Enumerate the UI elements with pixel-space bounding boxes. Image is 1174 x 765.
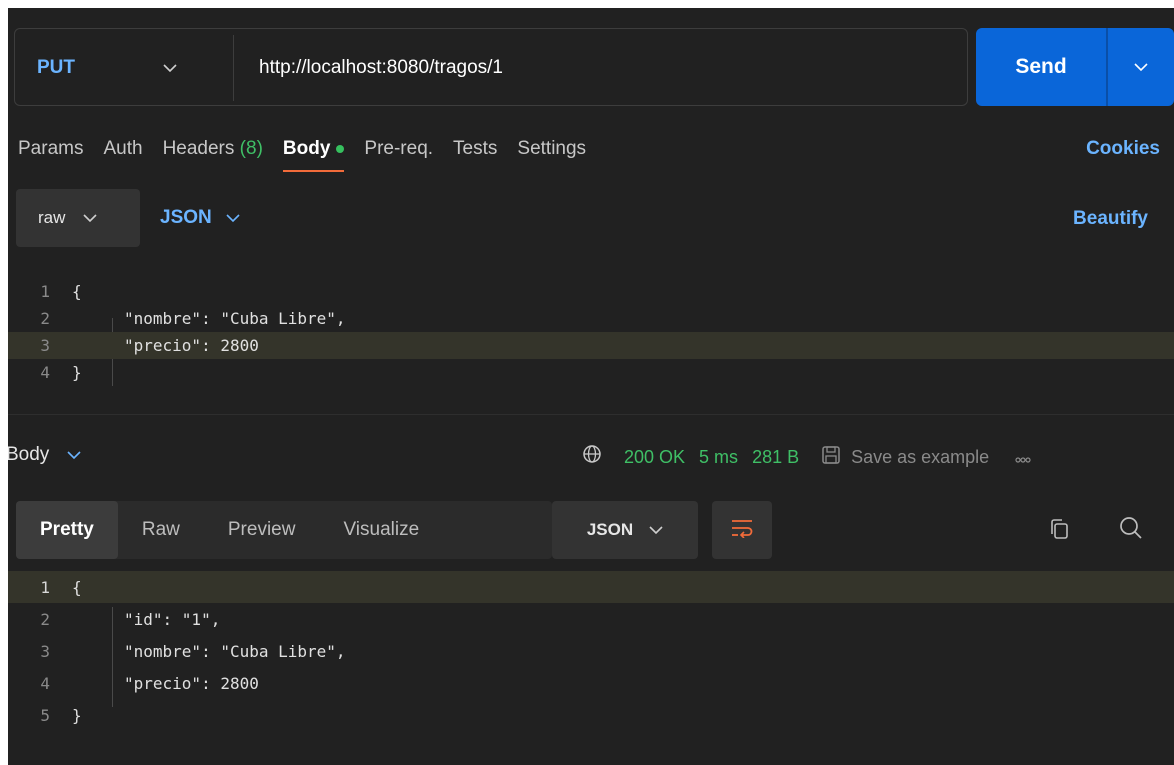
line-number: 2 bbox=[40, 609, 50, 629]
editor-line: 2 "nombre": "Cuba Libre", bbox=[8, 305, 1174, 332]
url-input[interactable]: http://localhost:8080/tragos/1 bbox=[259, 29, 503, 107]
copy-icon[interactable] bbox=[1048, 517, 1070, 546]
tab-params[interactable]: Params bbox=[18, 138, 83, 160]
response-view-tabs: Pretty Raw Preview Visualize bbox=[16, 501, 552, 559]
tab-label: Settings bbox=[517, 138, 587, 159]
code-line: } bbox=[72, 705, 82, 725]
code-line: } bbox=[72, 363, 82, 382]
tab-label: Auth bbox=[103, 138, 143, 159]
response-body-viewer[interactable]: 1 { 2 "id": "1", 3 "nombre": "Cuba Libre… bbox=[8, 571, 1174, 751]
viewer-line-highlighted: 1 { bbox=[8, 571, 1174, 603]
body-mode-label: raw bbox=[38, 208, 66, 227]
line-number: 1 bbox=[40, 577, 50, 597]
url-divider bbox=[233, 35, 234, 101]
tab-pre-request[interactable]: Pre-req. bbox=[364, 138, 433, 160]
tab-tests[interactable]: Tests bbox=[453, 138, 497, 160]
tab-preview[interactable]: Preview bbox=[204, 501, 320, 559]
wrap-lines-button[interactable] bbox=[712, 501, 772, 559]
method-select[interactable]: PUT bbox=[37, 29, 177, 107]
save-icon bbox=[821, 445, 841, 470]
wrap-lines-icon bbox=[730, 518, 754, 543]
tab-label: Body bbox=[282, 138, 331, 159]
send-options-button[interactable] bbox=[1108, 28, 1174, 106]
postman-app: PUT http://localhost:8080/tragos/1 Send … bbox=[8, 8, 1174, 765]
line-number: 4 bbox=[40, 363, 50, 382]
url-bar: PUT http://localhost:8080/tragos/1 bbox=[14, 28, 968, 106]
code-line: { bbox=[72, 282, 82, 301]
send-button[interactable]: Send bbox=[976, 28, 1106, 106]
code-line: "nombre": "Cuba Libre", bbox=[124, 309, 346, 328]
line-number: 3 bbox=[40, 336, 50, 355]
viewer-line: 4 "precio": 2800 bbox=[8, 667, 1174, 699]
globe-icon[interactable] bbox=[582, 444, 602, 470]
tab-visualize[interactable]: Visualize bbox=[319, 501, 443, 559]
send-button-group: Send bbox=[976, 28, 1174, 106]
modified-dot-icon bbox=[336, 144, 345, 153]
line-number: 2 bbox=[40, 309, 50, 328]
request-tabs: Params Auth Headers (8) Body Pre-req. Te… bbox=[18, 138, 606, 172]
viewer-line: 2 "id": "1", bbox=[8, 603, 1174, 635]
more-options-icon[interactable] bbox=[1015, 447, 1031, 468]
chevron-down-icon bbox=[83, 208, 97, 228]
code-line: { bbox=[72, 577, 82, 597]
chevron-down-icon bbox=[163, 60, 177, 77]
body-mode-select[interactable]: raw bbox=[16, 189, 140, 247]
editor-line: 4 } bbox=[8, 359, 1174, 386]
tab-label: Params bbox=[18, 138, 84, 159]
code-line: "precio": 2800 bbox=[124, 673, 259, 693]
response-format-select[interactable]: JSON bbox=[552, 501, 698, 559]
line-number: 4 bbox=[40, 673, 50, 693]
response-body-select[interactable]: Body bbox=[8, 444, 81, 466]
response-size[interactable]: 281 B bbox=[752, 447, 799, 468]
viewer-line: 5 } bbox=[8, 699, 1174, 731]
tab-auth[interactable]: Auth bbox=[103, 138, 142, 160]
method-label: PUT bbox=[37, 57, 75, 78]
cookies-link[interactable]: Cookies bbox=[1086, 138, 1160, 160]
body-format-label: JSON bbox=[160, 207, 212, 228]
tab-pretty[interactable]: Pretty bbox=[16, 501, 118, 559]
tab-settings[interactable]: Settings bbox=[517, 138, 586, 160]
code-line: "precio": 2800 bbox=[124, 336, 259, 355]
response-body-label: Body bbox=[8, 444, 50, 465]
tab-raw[interactable]: Raw bbox=[118, 501, 204, 559]
code-line: "nombre": "Cuba Libre", bbox=[124, 641, 346, 661]
viewer-line: 3 "nombre": "Cuba Libre", bbox=[8, 635, 1174, 667]
status-code[interactable]: 200 OK bbox=[624, 447, 685, 468]
response-time[interactable]: 5 ms bbox=[699, 447, 738, 468]
editor-line-highlighted: 3 "precio": 2800 bbox=[8, 332, 1174, 359]
chevron-down-icon bbox=[67, 447, 81, 464]
response-status-bar: 200 OK 5 ms 281 B Save as example bbox=[582, 444, 1031, 470]
editor-line: 1 { bbox=[8, 278, 1174, 305]
headers-count: (8) bbox=[239, 138, 263, 159]
save-as-example-label: Save as example bbox=[851, 446, 990, 467]
line-number: 5 bbox=[40, 705, 50, 725]
search-icon[interactable] bbox=[1118, 515, 1144, 546]
tab-label: Headers bbox=[162, 138, 235, 159]
section-divider bbox=[8, 414, 1174, 415]
chevron-down-icon bbox=[649, 520, 663, 540]
beautify-button[interactable]: Beautify bbox=[1073, 208, 1148, 230]
chevron-down-icon bbox=[1134, 59, 1148, 76]
request-body-editor[interactable]: 1 { 2 "nombre": "Cuba Libre", 3 "precio"… bbox=[8, 278, 1174, 414]
tab-label: Tests bbox=[453, 138, 498, 159]
response-format-label: JSON bbox=[586, 520, 634, 539]
chevron-down-icon bbox=[226, 207, 240, 229]
body-format-select[interactable]: JSON bbox=[160, 189, 240, 247]
tab-body[interactable]: Body bbox=[282, 138, 345, 172]
code-line: "id": "1", bbox=[124, 609, 221, 629]
line-number: 3 bbox=[40, 641, 50, 661]
tab-headers[interactable]: Headers (8) bbox=[163, 138, 263, 160]
line-number: 1 bbox=[40, 282, 50, 301]
tab-label: Pre-req. bbox=[364, 138, 434, 159]
save-as-example-button[interactable]: Save as example bbox=[821, 445, 989, 470]
